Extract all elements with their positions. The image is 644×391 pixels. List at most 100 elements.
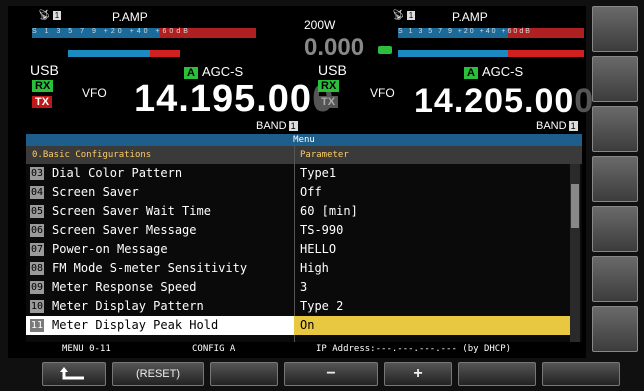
menu-row-number: 04 [30, 186, 45, 199]
plus-button[interactable]: + [384, 362, 452, 386]
frequency-display: 14.205.000 [414, 82, 594, 121]
status-bar: MENU 0-11 CONFIG A IP Address:---.---.--… [26, 344, 582, 356]
menu-row-value: TS-990 [300, 223, 344, 237]
agc-badge: A [464, 67, 478, 79]
menu-row-name: Meter Display Peak Hold [52, 318, 219, 332]
soft-key-right-1[interactable] [592, 6, 638, 52]
band-indicator: BAND 1 [256, 120, 298, 132]
menu-row-value: HELLO [300, 242, 337, 256]
menu-row[interactable]: 03 Dial Color Pattern Type1 [26, 164, 582, 183]
meter-level-bar [398, 50, 508, 57]
menu-row[interactable]: 06 Screen Saver Message TS-990 [26, 221, 582, 240]
s-meter-scale-label: S 1 3 5 7 9 +20 +40 +60dB [398, 28, 532, 35]
menu-row-name: Screen Saver Message [52, 223, 197, 237]
menu-list: 0.Basic Configurations Parameter 03 Dial … [26, 146, 582, 342]
menu-row-value: Type1 [300, 166, 337, 180]
frequency-main: 14.195.00 [134, 78, 313, 120]
right-soft-keys [592, 6, 638, 358]
menu-row-value: 3 [300, 280, 308, 294]
menu-row-value: High [300, 261, 329, 275]
menu-row[interactable]: 10 Meter Display Pattern Type 2 [26, 297, 582, 316]
frequency-display: 14.195.000 [134, 78, 334, 121]
menu-row[interactable]: 08 FM Mode S-meter Sensitivity High [26, 259, 582, 278]
antenna-indicator: 📡︎ 1 [38, 10, 62, 21]
antenna-number: 1 [406, 11, 416, 20]
menu-row[interactable]: 04 Screen Saver Off [26, 183, 582, 202]
band-number: 1 [568, 121, 578, 131]
agc-label: AGC-S [481, 64, 524, 79]
menu-row-number: 03 [30, 167, 45, 180]
soft-key-right-7[interactable] [592, 306, 638, 352]
return-arrow-icon [60, 367, 84, 380]
soft-key-7[interactable] [542, 362, 620, 386]
agc-indicator: A AGC-S [464, 64, 523, 79]
selected-value-highlight [294, 316, 570, 335]
menu-row-name: Meter Display Pattern [52, 299, 204, 313]
menu-row-name: Power-on Message [52, 242, 168, 256]
menu-row-value: Off [300, 185, 322, 199]
agc-indicator: A AGC-S [184, 64, 243, 79]
band-label: BAND [536, 120, 567, 132]
vfo-label: VFO [82, 86, 107, 100]
s-meter-scale-label: S 1 3 5 7 9 +20 +40 +60dB [32, 28, 191, 35]
menu-group-label: 0.Basic Configurations [32, 150, 152, 160]
menu-row[interactable]: 09 Meter Response Speed 3 [26, 278, 582, 297]
meter-level-bar [68, 50, 150, 57]
tx-indicator: TX [32, 96, 53, 108]
agc-label: AGC-S [201, 64, 244, 79]
soft-key-right-2[interactable] [592, 56, 638, 102]
menu-row-value: 60 [min] [300, 204, 358, 218]
menu-row-value: On [300, 318, 315, 332]
tx-indicator: TX [318, 96, 339, 108]
soft-key-3[interactable] [210, 362, 278, 386]
ip-address: IP Address:---.---.---.--- (by DHCP) [316, 344, 512, 354]
band-label: BAND [256, 120, 287, 132]
menu-scrollbar[interactable] [570, 164, 580, 342]
soft-key-6[interactable] [458, 362, 536, 386]
menu-header: 0.Basic Configurations Parameter [26, 146, 582, 164]
menu-row-selected[interactable]: 11 Meter Display Peak Hold On [26, 316, 570, 335]
soft-key-right-3[interactable] [592, 106, 638, 152]
menu-row-name: Screen Saver Wait Time [52, 204, 211, 218]
menu-row[interactable]: 07 Power-on Message HELLO [26, 240, 582, 259]
vfo-b-panel: 📡︎ 1 P.AMP S 1 3 5 7 9 +20 +40 +60dB USB … [318, 6, 593, 136]
scrollbar-thumb[interactable] [571, 184, 579, 228]
back-button[interactable] [42, 362, 106, 386]
minus-button[interactable]: − [284, 362, 378, 386]
menu-row-name: Meter Response Speed [52, 280, 197, 294]
pamp-label: P.AMP [452, 10, 488, 24]
menu-row-number: 11 [30, 319, 45, 332]
menu-row-number: 07 [30, 243, 45, 256]
vfo-a-panel: 📡︎ 1 P.AMP S 1 3 5 7 9 +20 +40 +60dB USB … [20, 6, 333, 136]
menu-row-name: Screen Saver [52, 185, 139, 199]
reset-button[interactable]: (RESET) [112, 362, 204, 386]
menu-row-name: FM Mode S-meter Sensitivity [52, 261, 248, 275]
menu-row-number: 05 [30, 205, 45, 218]
bottom-soft-keys: (RESET) − + [0, 362, 644, 391]
config-label: CONFIG A [192, 344, 236, 354]
antenna-number: 1 [52, 11, 62, 20]
rx-indicator: RX [318, 80, 340, 92]
soft-key-right-5[interactable] [592, 206, 638, 252]
menu-number: MENU 0-11 [62, 344, 111, 354]
menu-row-number: 09 [30, 281, 45, 294]
frequency-main: 14.205.00 [414, 82, 575, 120]
radio-frame: 📡︎ 1 P.AMP S 1 3 5 7 9 +20 +40 +60dB USB … [0, 0, 644, 391]
band-indicator: BAND 1 [536, 120, 578, 132]
rx-indicator: RX [32, 80, 54, 92]
mode-label: USB [318, 62, 347, 78]
menu-title: Menu [26, 134, 582, 146]
pamp-label: P.AMP [112, 10, 148, 24]
parameter-header: Parameter [300, 150, 349, 160]
soft-key-right-6[interactable] [592, 256, 638, 302]
menu-row-value: Type 2 [300, 299, 344, 313]
mode-label: USB [30, 62, 59, 78]
meter-level-bar-red [508, 50, 584, 57]
menu-row-name: Dial Color Pattern [52, 166, 183, 180]
menu-row-number: 06 [30, 224, 45, 237]
menu-row[interactable]: 05 Screen Saver Wait Time 60 [min] [26, 202, 582, 221]
antenna-indicator: 📡︎ 1 [392, 10, 416, 21]
menu-row-number: 08 [30, 262, 45, 275]
soft-key-right-4[interactable] [592, 156, 638, 202]
meter-level-bar-red [150, 50, 180, 57]
